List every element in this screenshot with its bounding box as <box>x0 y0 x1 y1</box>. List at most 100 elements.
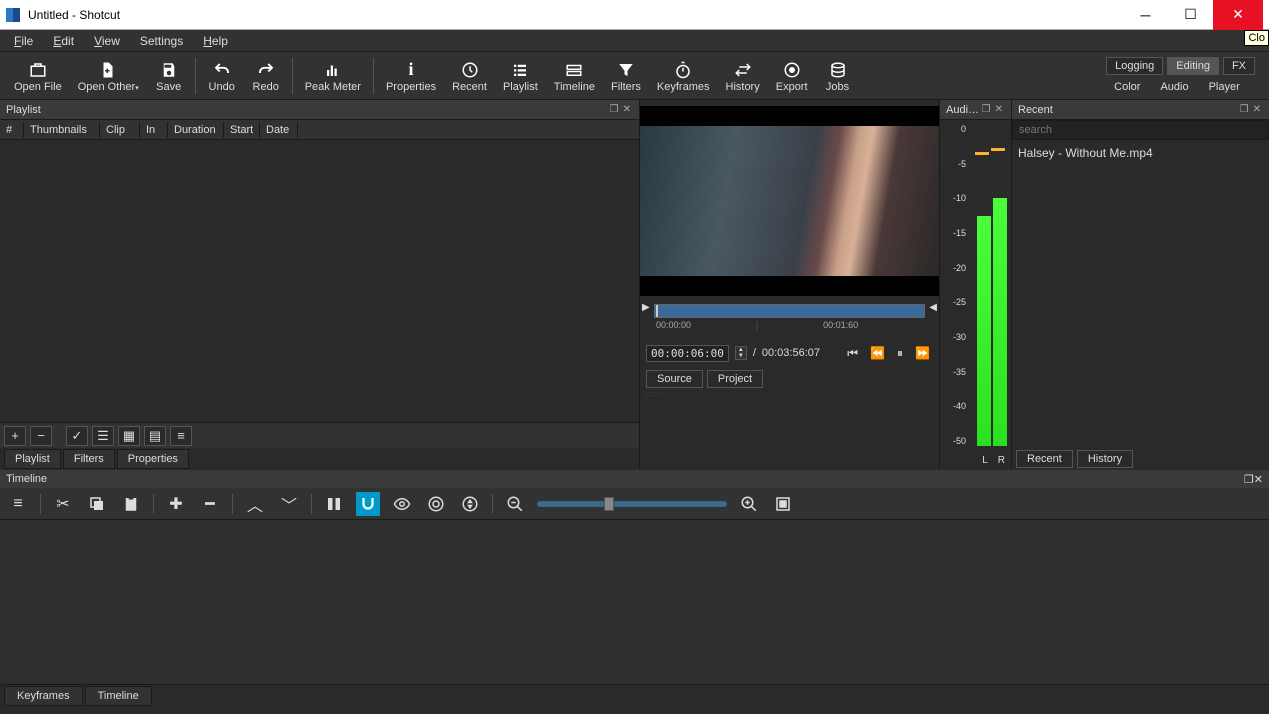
col-thumbnails[interactable]: Thumbnails <box>24 122 100 138</box>
playlist-add-button[interactable]: + <box>4 426 26 446</box>
recent-tabs: Recent History <box>1012 448 1269 470</box>
tab-filters[interactable]: Filters <box>63 449 115 469</box>
skip-prev-button[interactable]: ⏮ <box>844 346 861 361</box>
recent-search-input[interactable] <box>1012 120 1269 140</box>
zoom-in-button[interactable] <box>737 492 761 516</box>
layout-fx-tab[interactable]: FX <box>1223 57 1255 75</box>
tab-playlist[interactable]: Playlist <box>4 449 61 469</box>
timeline-scrub-button[interactable] <box>390 492 414 516</box>
col-index[interactable]: # <box>0 122 24 138</box>
meter-bar-left <box>977 216 991 446</box>
col-duration[interactable]: Duration <box>168 122 224 138</box>
zoom-out-button[interactable] <box>503 492 527 516</box>
menu-file[interactable]: File <box>4 32 43 50</box>
timeline-remove-button[interactable]: ━ <box>198 492 222 516</box>
playlist-remove-button[interactable]: − <box>30 426 52 446</box>
timeline-cut-button[interactable]: ✂ <box>51 492 75 516</box>
tab-timeline-bottom[interactable]: Timeline <box>85 686 152 706</box>
time-stepper[interactable]: ▲▼ <box>735 346 747 360</box>
open-other-button[interactable]: Open Other▾ <box>70 57 147 95</box>
playlist-view-icons-button[interactable]: ▤ <box>144 426 166 446</box>
playlist-button[interactable]: Playlist <box>495 57 546 95</box>
close-button[interactable]: ✕ <box>1213 0 1263 30</box>
properties-button[interactable]: iProperties <box>378 57 444 95</box>
playhead-icon[interactable] <box>656 305 658 317</box>
undo-button[interactable]: Undo <box>200 57 244 95</box>
tab-recent[interactable]: Recent <box>1016 450 1073 468</box>
save-button[interactable]: Save <box>147 57 191 95</box>
playlist-view-list-button[interactable]: ☰ <box>92 426 114 446</box>
layout-player-tab[interactable]: Player <box>1201 79 1248 95</box>
recent-item[interactable]: Halsey - Without Me.mp4 <box>1018 144 1263 162</box>
panel-undock-icon[interactable]: ❐ <box>1244 473 1254 486</box>
zoom-fit-button[interactable] <box>771 492 795 516</box>
zoom-slider[interactable] <box>537 501 727 507</box>
in-marker-icon[interactable]: ▶ <box>642 302 650 313</box>
tab-project[interactable]: Project <box>707 370 763 388</box>
minimize-button[interactable]: ─ <box>1123 0 1168 30</box>
timeline-split-button[interactable] <box>322 492 346 516</box>
fastfwd-button[interactable]: ⏩ <box>912 346 933 360</box>
panel-close-icon[interactable]: ✕ <box>621 104 633 115</box>
video-preview[interactable] <box>640 106 939 296</box>
panel-undock-icon[interactable]: ❐ <box>980 104 993 115</box>
playlist-body[interactable] <box>0 140 639 422</box>
menu-help[interactable]: Help <box>193 32 238 50</box>
col-date[interactable]: Date <box>260 122 298 138</box>
menu-edit[interactable]: Edit <box>43 32 84 50</box>
timeline-tracks[interactable] <box>0 520 1269 684</box>
recent-button[interactable]: Recent <box>444 57 495 95</box>
peak-meter-button[interactable]: Peak Meter <box>297 57 369 95</box>
panel-close-icon[interactable]: ✕ <box>993 104 1005 115</box>
rewind-button[interactable]: ⏪ <box>867 346 888 360</box>
layout-logging-tab[interactable]: Logging <box>1106 57 1163 75</box>
timeline-button[interactable]: Timeline <box>546 57 603 95</box>
layout-color-tab[interactable]: Color <box>1106 79 1148 95</box>
timeline-menu-button[interactable]: ≡ <box>6 492 30 516</box>
panel-close-icon[interactable]: ✕ <box>1254 473 1263 486</box>
maximize-button[interactable]: ☐ <box>1168 0 1213 30</box>
timeline-overwrite-button[interactable]: ﹀ <box>277 492 301 516</box>
col-in[interactable]: In <box>140 122 168 138</box>
panel-close-icon[interactable]: ✕ <box>1251 104 1263 115</box>
timeline-ripple-button[interactable] <box>424 492 448 516</box>
scrub-bar[interactable]: ▶ ◀ 00:00:00 | 00:01:60 <box>640 296 939 340</box>
layout-audio-tab[interactable]: Audio <box>1152 79 1196 95</box>
menu-view[interactable]: View <box>84 32 130 50</box>
playlist-view-tiles-button[interactable]: ▦ <box>118 426 140 446</box>
timeline-copy-button[interactable] <box>85 492 109 516</box>
timeline-append-button[interactable]: ✚ <box>164 492 188 516</box>
timeline-paste-button[interactable] <box>119 492 143 516</box>
filters-button[interactable]: Filters <box>603 57 649 95</box>
redo-button[interactable]: Redo <box>244 57 288 95</box>
out-marker-icon[interactable]: ◀ <box>929 302 937 313</box>
layout-editing-tab[interactable]: Editing <box>1167 57 1219 75</box>
current-time-input[interactable]: 00:00:06:00 <box>646 345 729 362</box>
tab-source[interactable]: Source <box>646 370 703 388</box>
playlist-tabs: Playlist Filters Properties <box>0 448 639 470</box>
resize-grip-icon[interactable]: :::::: <box>640 392 939 398</box>
tab-keyframes-bottom[interactable]: Keyframes <box>4 686 83 706</box>
title-bar: Untitled - Shotcut ─ ☐ ✕ <box>0 0 1269 30</box>
timeline-ripple-all-button[interactable] <box>458 492 482 516</box>
col-clip[interactable]: Clip <box>100 122 140 138</box>
keyframes-button[interactable]: Keyframes <box>649 57 718 95</box>
timeline-lift-button[interactable]: ︿ <box>243 492 267 516</box>
zoom-thumb[interactable] <box>604 497 614 511</box>
timeline-snap-button[interactable] <box>356 492 380 516</box>
open-file-button[interactable]: Open File <box>6 57 70 95</box>
playlist-view-detail-button[interactable]: ≡ <box>170 426 192 446</box>
panel-undock-icon[interactable]: ❐ <box>1238 104 1251 115</box>
menu-settings[interactable]: Settings <box>130 32 193 50</box>
tab-history[interactable]: History <box>1077 450 1133 468</box>
history-button[interactable]: History <box>718 57 768 95</box>
tab-properties[interactable]: Properties <box>117 449 189 469</box>
panel-undock-icon[interactable]: ❐ <box>608 104 621 115</box>
pause-button[interactable]: ⏸ <box>894 346 906 361</box>
export-button[interactable]: Export <box>768 57 816 95</box>
col-start[interactable]: Start <box>224 122 260 138</box>
scrub-track[interactable] <box>654 304 925 318</box>
playlist-update-button[interactable]: ✓ <box>66 426 88 446</box>
jobs-button[interactable]: Jobs <box>816 57 860 95</box>
audio-meter-body: 0-5-10-15-20-25-30-35-40-50 L R <box>940 120 1011 470</box>
